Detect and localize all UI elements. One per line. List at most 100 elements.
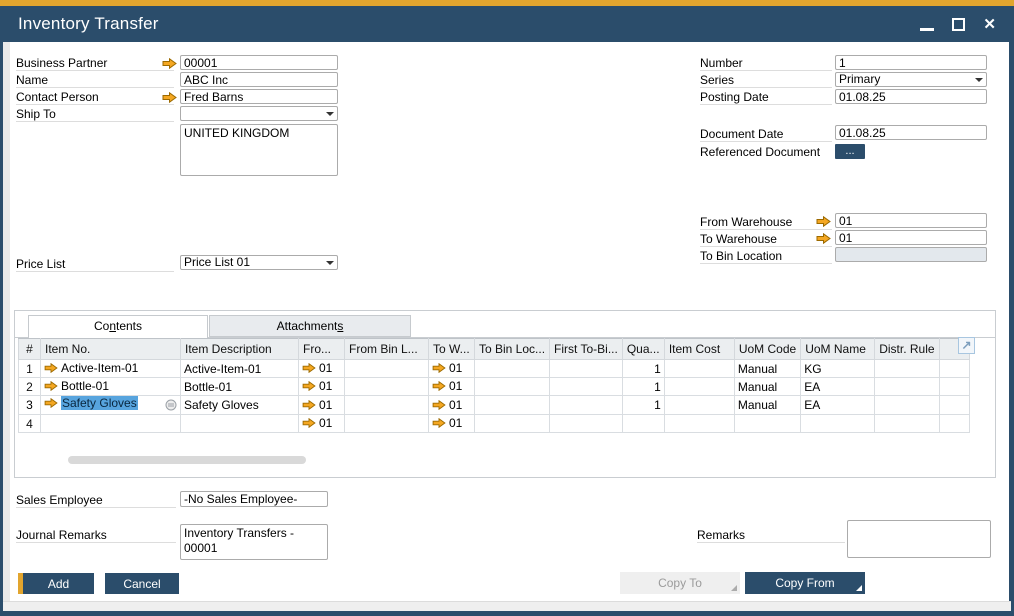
link-arrow-icon[interactable] [302, 399, 316, 413]
item-desc-cell[interactable]: Bottle-01 [181, 378, 299, 396]
link-arrow-icon[interactable] [162, 92, 177, 103]
to-whse-cell[interactable]: 01 [429, 415, 475, 433]
posting-date-label: Posting Date [700, 90, 832, 105]
uom-name-cell [801, 415, 875, 433]
item-no-cell[interactable]: Bottle-01 [41, 378, 181, 396]
col-header-from-bin[interactable]: From Bin L... [345, 339, 429, 360]
col-header-uom-code[interactable]: UoM Code [734, 339, 800, 360]
to-whse-cell[interactable]: 01 [429, 360, 475, 378]
series-dropdown[interactable]: Primary [835, 72, 987, 87]
posting-date-input[interactable] [835, 89, 987, 104]
status-band [3, 601, 1011, 611]
selected-text[interactable]: Safety Gloves [61, 396, 138, 410]
document-date-input[interactable] [835, 125, 987, 140]
referenced-document-button[interactable]: ... [835, 144, 865, 159]
link-arrow-icon[interactable] [302, 362, 316, 376]
trailing-cell [939, 378, 969, 396]
number-input[interactable] [835, 55, 987, 70]
row-number-cell[interactable]: 1 [19, 360, 41, 378]
qty-cell[interactable]: 1 [622, 360, 664, 378]
row-number-cell[interactable]: 4 [19, 415, 41, 433]
add-button[interactable]: Add [18, 573, 94, 594]
link-arrow-icon[interactable] [432, 417, 446, 431]
item-no-cell-editing[interactable]: Safety Gloves [41, 396, 181, 415]
from-whse-cell[interactable]: 01 [299, 396, 345, 415]
from-whse-cell[interactable]: 01 [299, 378, 345, 396]
to-bin-location-input [835, 247, 987, 262]
col-header-qty[interactable]: Qua... [622, 339, 664, 360]
col-header-to-whse[interactable]: To W... [429, 339, 475, 360]
minimize-icon[interactable] [920, 28, 934, 31]
remarks-textarea[interactable] [847, 520, 991, 558]
item-desc-cell[interactable]: Active-Item-01 [181, 360, 299, 378]
name-input[interactable] [180, 72, 338, 87]
uom-name-cell: EA [801, 378, 875, 396]
row-number-cell[interactable]: 2 [19, 378, 41, 396]
close-icon[interactable]: ✕ [983, 17, 996, 32]
maximize-icon[interactable] [952, 18, 965, 31]
uom-code-cell[interactable]: Manual [734, 360, 800, 378]
from-bin-cell [345, 396, 429, 415]
uom-code-cell[interactable]: Manual [734, 378, 800, 396]
link-arrow-icon[interactable] [302, 417, 316, 431]
to-warehouse-input[interactable] [835, 230, 987, 245]
to-whse-cell[interactable]: 01 [429, 378, 475, 396]
link-arrow-icon[interactable] [44, 380, 58, 394]
copy-to-button: Copy To [620, 572, 740, 594]
link-arrow-icon[interactable] [432, 399, 446, 413]
tab-attachments[interactable]: Attachments [209, 315, 411, 337]
link-arrow-icon[interactable] [162, 58, 177, 69]
to-warehouse-label: To Warehouse [700, 232, 832, 247]
to-whse-cell[interactable]: 01 [429, 396, 475, 415]
sales-employee-input[interactable] [180, 491, 328, 507]
copy-from-button[interactable]: Copy From [745, 572, 865, 594]
cancel-button[interactable]: Cancel [105, 573, 179, 594]
choose-from-list-icon[interactable] [165, 399, 177, 414]
horizontal-scrollbar-thumb[interactable] [68, 456, 306, 464]
col-header-distr-rule[interactable]: Distr. Rule [875, 339, 939, 360]
col-header-item-no[interactable]: Item No. [41, 339, 181, 360]
journal-remarks-textarea[interactable]: Inventory Transfers - 00001 [180, 524, 328, 560]
qty-cell[interactable] [622, 415, 664, 433]
col-header-num[interactable]: # [19, 339, 41, 360]
tab-contents[interactable]: Contents [28, 315, 208, 338]
link-arrow-icon[interactable] [432, 362, 446, 376]
link-arrow-icon[interactable] [302, 380, 316, 394]
uom-code-cell[interactable]: Manual [734, 396, 800, 415]
col-header-to-bin[interactable]: To Bin Loc... [475, 339, 550, 360]
from-whse-cell[interactable]: 01 [299, 415, 345, 433]
row-number-cell[interactable]: 3 [19, 396, 41, 415]
menu-corner-icon [856, 585, 862, 591]
contact-person-label: Contact Person [16, 90, 174, 105]
item-desc-cell[interactable]: Safety Gloves [181, 396, 299, 415]
trailing-cell [939, 415, 969, 433]
col-header-from-whse[interactable]: Fro... [299, 339, 345, 360]
col-header-item-desc[interactable]: Item Description [181, 339, 299, 360]
from-whse-cell[interactable]: 01 [299, 360, 345, 378]
ship-to-dropdown[interactable] [180, 106, 338, 121]
qty-cell[interactable]: 1 [622, 396, 664, 415]
contact-person-input[interactable] [180, 89, 338, 104]
menu-corner-icon [731, 585, 737, 591]
link-arrow-icon[interactable] [816, 216, 831, 227]
link-arrow-icon[interactable] [816, 233, 831, 244]
price-list-dropdown[interactable]: Price List 01 [180, 255, 338, 270]
col-header-uom-name[interactable]: UoM Name [801, 339, 875, 360]
col-header-first-to-bin[interactable]: First To-Bi... [550, 339, 623, 360]
col-header-item-cost[interactable]: Item Cost [664, 339, 734, 360]
item-no-cell[interactable]: Active-Item-01 [41, 360, 181, 378]
item-no-cell[interactable] [41, 415, 181, 433]
expand-grid-icon[interactable]: ↗ [958, 337, 975, 354]
left-margin-band [3, 42, 10, 601]
link-arrow-icon[interactable] [44, 397, 58, 411]
business-partner-input[interactable] [180, 55, 338, 70]
uom-code-cell[interactable] [734, 415, 800, 433]
qty-cell[interactable]: 1 [622, 378, 664, 396]
link-arrow-icon[interactable] [432, 380, 446, 394]
link-arrow-icon[interactable] [44, 362, 58, 376]
business-partner-label: Business Partner [16, 56, 174, 71]
from-warehouse-input[interactable] [835, 213, 987, 228]
item-desc-cell[interactable] [181, 415, 299, 433]
ship-to-address-textarea[interactable]: UNITED KINGDOM [180, 124, 338, 176]
ship-to-label: Ship To [16, 107, 174, 122]
